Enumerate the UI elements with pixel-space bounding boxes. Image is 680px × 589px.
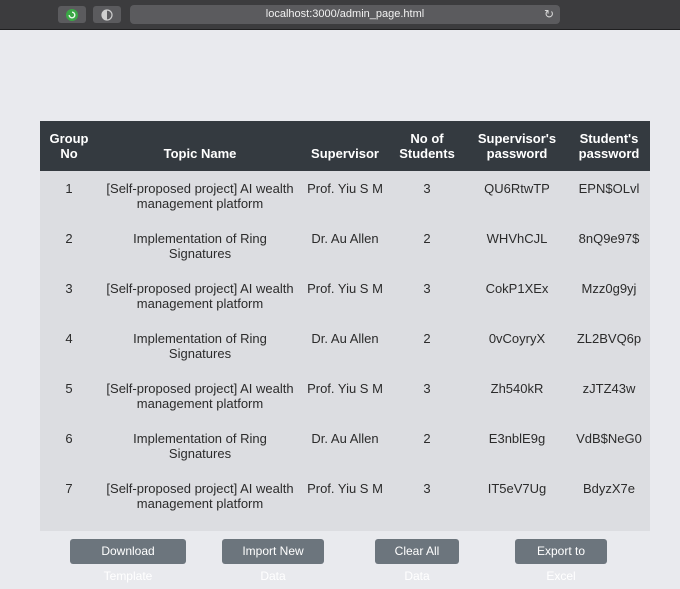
header-no-of-students: No of Students — [388, 121, 466, 171]
header-student-password: Student's password — [568, 121, 650, 171]
header-group-no: Group No — [40, 121, 98, 171]
cell-student-password: VdB$NeG0 — [576, 431, 642, 446]
cell-no-of-students: 3 — [423, 281, 431, 296]
extension-button-green[interactable] — [58, 6, 86, 23]
reload-icon[interactable]: ↻ — [544, 5, 554, 24]
cell-student-password: BdyzX7e — [582, 481, 636, 496]
cell-topic-name: Implementation of Ring Signatures — [133, 431, 267, 461]
download-template-button[interactable]: Download Template — [70, 539, 186, 583]
groups-table-container: Group No Topic Name Supervisor No of Stu… — [40, 121, 650, 531]
cell-supervisor: Prof. Yiu S M — [307, 381, 383, 396]
export-to-excel-button[interactable]: Export to Excel — [515, 539, 607, 583]
cell-student-password: EPN$OLvl — [578, 181, 640, 196]
cell-supervisor: Dr. Au Allen — [311, 231, 379, 246]
cell-supervisor: Dr. Au Allen — [311, 331, 379, 346]
groups-table: Group No Topic Name Supervisor No of Stu… — [40, 121, 650, 531]
cell-student-password: Mzz0g9yj — [581, 281, 637, 296]
cell-supervisor-password: WHVhCJL — [486, 231, 548, 246]
cell-no-of-students: 2 — [423, 231, 431, 246]
table-row: 7 [Self-proposed project] AI wealth mana… — [40, 481, 650, 531]
url-text: localhost:3000/admin_page.html — [265, 8, 425, 20]
cell-supervisor: Dr. Au Allen — [311, 431, 379, 446]
cell-supervisor: Prof. Yiu S M — [307, 281, 383, 296]
cell-supervisor-password: Zh540kR — [490, 381, 544, 396]
cell-group-no: 3 — [65, 281, 73, 296]
cell-supervisor-password: QU6RtwTP — [484, 181, 550, 196]
shield-icon — [101, 8, 113, 21]
cell-supervisor-password: CokP1XEx — [485, 281, 549, 296]
cell-student-password: zJTZ43w — [582, 381, 636, 396]
table-header: Group No Topic Name Supervisor No of Stu… — [40, 121, 650, 171]
cell-supervisor: Prof. Yiu S M — [307, 181, 383, 196]
cell-topic-name: Implementation of Ring Signatures — [133, 331, 267, 361]
table-row: 5 [Self-proposed project] AI wealth mana… — [40, 381, 650, 431]
cell-group-no: 6 — [65, 431, 73, 446]
cell-topic-name: [Self-proposed project] AI wealth manage… — [106, 281, 294, 311]
cell-supervisor-password: IT5eV7Ug — [487, 481, 547, 496]
import-new-data-button[interactable]: Import New Data — [222, 539, 324, 583]
extension-button-shield[interactable] — [93, 6, 121, 23]
cell-topic-name: [Self-proposed project] AI wealth manage… — [106, 181, 294, 211]
cell-student-password: 8nQ9e97$ — [578, 231, 640, 246]
cell-topic-name: [Self-proposed project] AI wealth manage… — [106, 381, 294, 411]
cell-no-of-students: 3 — [423, 181, 431, 196]
cell-supervisor-password: 0vCoyryX — [488, 331, 546, 346]
table-row: 6 Implementation of Ring Signatures Dr. … — [40, 431, 650, 481]
table-body: 1 [Self-proposed project] AI wealth mana… — [40, 171, 650, 531]
header-supervisor: Supervisor — [302, 121, 388, 171]
address-bar[interactable]: localhost:3000/admin_page.html ↻ — [130, 5, 560, 24]
table-row: 1 [Self-proposed project] AI wealth mana… — [40, 171, 650, 231]
cell-group-no: 1 — [65, 181, 73, 196]
cell-no-of-students: 3 — [423, 381, 431, 396]
table-row: 2 Implementation of Ring Signatures Dr. … — [40, 231, 650, 281]
table-row: 4 Implementation of Ring Signatures Dr. … — [40, 331, 650, 381]
browser-toolbar: localhost:3000/admin_page.html ↻ — [0, 0, 680, 30]
header-supervisor-password: Supervisor's password — [466, 121, 568, 171]
cell-student-password: ZL2BVQ6p — [576, 331, 642, 346]
clear-all-data-button[interactable]: Clear All Data — [375, 539, 459, 583]
cell-supervisor: Prof. Yiu S M — [307, 481, 383, 496]
cell-group-no: 5 — [65, 381, 73, 396]
cell-no-of-students: 2 — [423, 331, 431, 346]
extension-green-icon — [66, 8, 78, 21]
cell-supervisor-password: E3nblE9g — [488, 431, 546, 446]
cell-topic-name: [Self-proposed project] AI wealth manage… — [106, 481, 294, 511]
cell-group-no: 4 — [65, 331, 73, 346]
table-row: 3 [Self-proposed project] AI wealth mana… — [40, 281, 650, 331]
cell-no-of-students: 3 — [423, 481, 431, 496]
header-topic-name: Topic Name — [98, 121, 302, 171]
cell-no-of-students: 2 — [423, 431, 431, 446]
cell-topic-name: Implementation of Ring Signatures — [133, 231, 267, 261]
cell-group-no: 7 — [65, 481, 73, 496]
cell-group-no: 2 — [65, 231, 73, 246]
